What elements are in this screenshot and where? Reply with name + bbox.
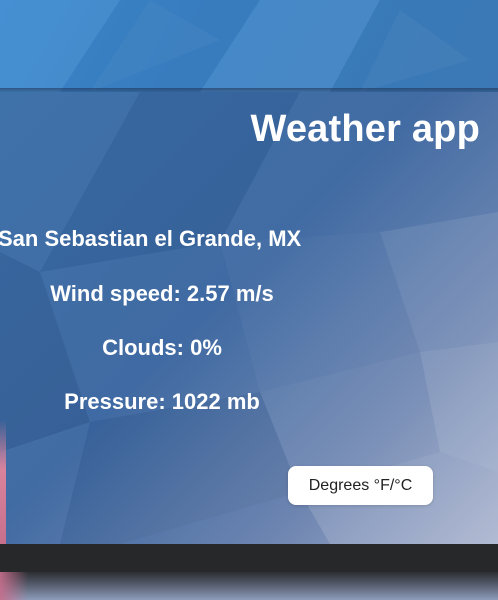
- background-header-band: [0, 0, 498, 92]
- wind-speed-text: Wind speed: 2.57 m/s: [50, 281, 274, 306]
- degrees-toggle-button[interactable]: Degrees °F/°C: [288, 466, 433, 505]
- pressure-text: Pressure: 1022 mb: [64, 389, 260, 414]
- bottom-background-strip: [0, 572, 498, 600]
- left-edge-accent: [0, 420, 6, 544]
- weather-app-page: Weather app San Sebastian el Grande, MX …: [0, 0, 498, 600]
- bottom-bar: [0, 544, 498, 572]
- background-pattern: [0, 0, 498, 92]
- location-text: San Sebastian el Grande, MX: [0, 226, 302, 251]
- clouds-text: Clouds: 0%: [102, 335, 222, 360]
- app-title: Weather app: [250, 108, 480, 150]
- bottom-left-accent: [0, 572, 28, 600]
